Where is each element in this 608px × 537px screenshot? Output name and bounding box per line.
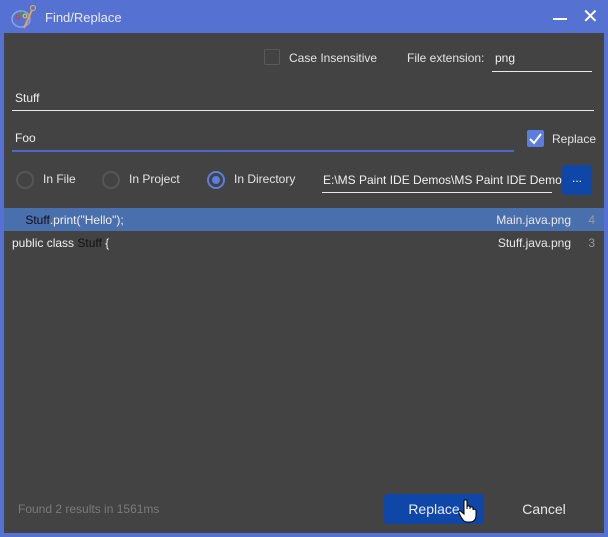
result-code: public class Stuff { (12, 236, 110, 250)
result-line: 3 (588, 236, 595, 250)
result-code: Stuff.print("Hello"); (25, 213, 124, 227)
result-file: Stuff.java.png (497, 236, 571, 250)
radio-in-file-label: In File (43, 172, 76, 186)
checkmark-icon (529, 133, 542, 145)
results-list: Stuff.print("Hello"); Main.java.png 4 pu… (4, 208, 604, 254)
case-insensitive-label: Case Insensitive (289, 51, 378, 65)
replace-underline (12, 150, 514, 152)
paint-palette-icon (11, 4, 37, 29)
window-title: Find/Replace (45, 10, 122, 25)
result-row[interactable]: Stuff.print("Hello"); Main.java.png 4 (4, 208, 604, 231)
radio-in-file[interactable] (16, 171, 34, 189)
file-extension-input[interactable]: png (495, 51, 515, 65)
cancel-button[interactable]: Cancel (504, 494, 584, 524)
close-icon[interactable]: ✕ (582, 7, 599, 27)
match-highlight: Stuff (25, 213, 50, 227)
case-insensitive-checkbox[interactable] (264, 49, 280, 65)
find-input[interactable]: Stuff (15, 91, 39, 105)
result-row[interactable]: public class Stuff { Stuff.java.png 3 (4, 231, 604, 254)
replace-checkbox-label: Replace (552, 132, 597, 146)
status-text: Found 2 results in 1561ms (18, 502, 160, 516)
browse-button[interactable]: ... (562, 165, 592, 195)
radio-in-directory[interactable] (207, 171, 225, 189)
minimize-icon[interactable] (553, 18, 567, 20)
radio-in-project[interactable] (102, 171, 120, 189)
result-line: 4 (588, 213, 595, 227)
radio-in-directory-label: In Directory (234, 172, 296, 186)
file-extension-underline (492, 71, 592, 72)
title-bar: Find/Replace ✕ (0, 0, 608, 33)
dialog-body: Case Insensitive File extension: png Stu… (4, 33, 604, 533)
result-file: Main.java.png (496, 213, 571, 227)
directory-path-underline (322, 192, 552, 193)
replace-checkbox[interactable] (527, 130, 544, 147)
find-underline (12, 110, 594, 111)
radio-in-project-label: In Project (129, 172, 180, 186)
hand-cursor-icon (458, 499, 477, 523)
directory-path-input[interactable]: E:\MS Paint IDE Demos\MS Paint IDE Demo (323, 173, 562, 187)
file-extension-label: File extension: (407, 51, 485, 65)
match-highlight: Stuff (77, 236, 102, 250)
replace-input[interactable]: Foo (15, 131, 36, 145)
